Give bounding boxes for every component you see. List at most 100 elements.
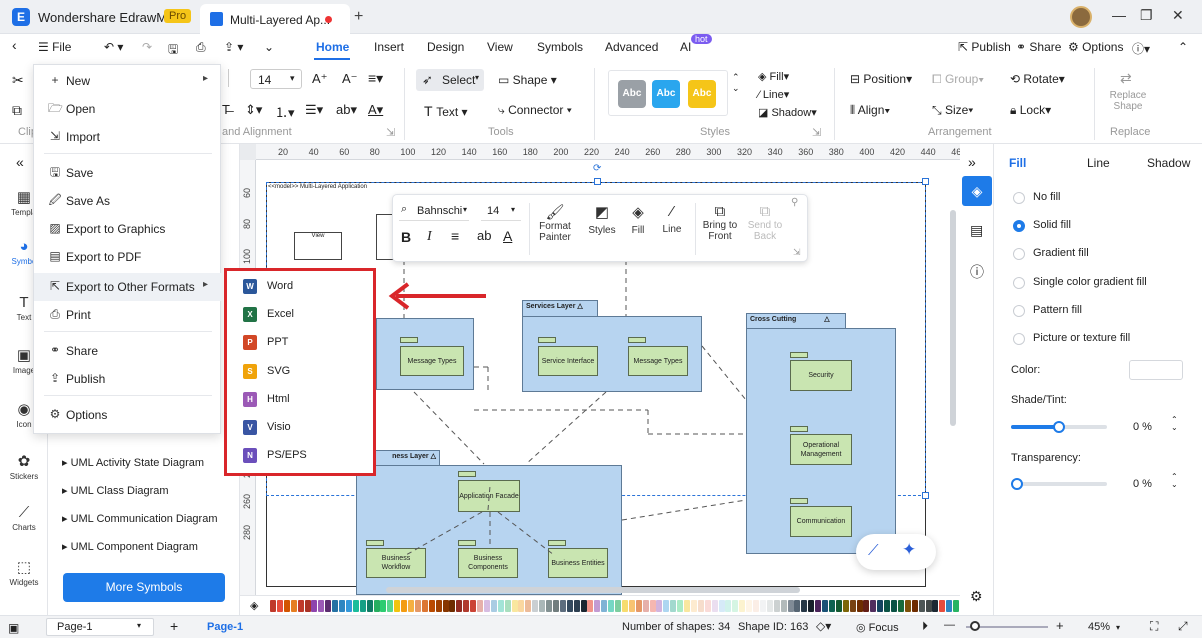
menu-item-share[interactable]: ⚭ Share: [34, 339, 222, 363]
fill-option-label[interactable]: No fill: [1033, 191, 1061, 203]
page-panel-icon[interactable]: ▤: [970, 222, 983, 239]
color-swatch[interactable]: [345, 600, 352, 612]
color-swatch[interactable]: [477, 600, 483, 612]
color-swatch[interactable]: [766, 600, 773, 612]
color-swatch[interactable]: [690, 600, 697, 612]
select-button[interactable]: ➶ Select ▾: [416, 69, 484, 91]
color-swatch[interactable]: [704, 600, 711, 612]
color-swatch[interactable]: [759, 600, 766, 612]
color-swatch[interactable]: [456, 600, 463, 612]
publish-button[interactable]: ⇱ Publish: [958, 40, 1011, 54]
strikethrough-icon[interactable]: T̶: [222, 102, 230, 117]
export-html-item[interactable]: H Html: [239, 389, 363, 411]
color-swatch[interactable]: [387, 600, 394, 612]
fill-option-radio[interactable]: [1013, 333, 1025, 345]
color-swatch[interactable]: [546, 600, 552, 612]
color-swatch[interactable]: [414, 600, 421, 612]
color-swatch[interactable]: [594, 600, 601, 612]
align-icon[interactable]: ≡: [451, 228, 459, 244]
group-button[interactable]: ⧠ Group▾: [932, 72, 984, 87]
color-swatch[interactable]: [283, 600, 290, 612]
color-swatch[interactable]: [697, 600, 704, 612]
transparency-stepper-icon[interactable]: ⌃ ⌄: [1171, 473, 1178, 489]
font-size-select[interactable]: 14 ▾: [250, 69, 302, 89]
color-swatch[interactable]: [877, 600, 884, 612]
menu-item-open[interactable]: 🗁︎ Open: [34, 97, 222, 121]
fill-option-label[interactable]: Picture or texture fill: [1033, 332, 1130, 344]
lock-button[interactable]: 🔒︎ Lock▾: [1010, 103, 1051, 118]
cut-icon[interactable]: ✂: [12, 72, 24, 89]
color-swatch[interactable]: [897, 600, 904, 612]
color-swatch[interactable]: [787, 600, 794, 612]
color-swatch[interactable]: [566, 600, 573, 612]
nav-widgets[interactable]: ⬚ Widgets: [0, 558, 48, 587]
fill-option-radio[interactable]: [1013, 220, 1025, 233]
collapse-left-icon[interactable]: «: [16, 154, 24, 170]
color-swatch[interactable]: [290, 600, 297, 612]
collapse-ribbon-icon[interactable]: ⌃: [1178, 40, 1188, 54]
export-ppt-item[interactable]: P PPT: [239, 332, 363, 354]
tab-symbols[interactable]: Symbols: [537, 40, 583, 54]
color-swatch[interactable]: [822, 600, 828, 612]
color-swatch[interactable]: [573, 600, 580, 612]
align-button[interactable]: ⫴ Align▾: [850, 103, 890, 118]
expand-alignment-icon[interactable]: ⇲: [386, 126, 395, 139]
color-swatch[interactable]: [559, 600, 566, 612]
color-swatch[interactable]: [773, 600, 780, 612]
color-swatch[interactable]: [421, 600, 428, 612]
shade-tint-value[interactable]: 0 %: [1133, 421, 1152, 433]
bold-icon[interactable]: B: [401, 229, 411, 245]
color-swatch[interactable]: [332, 600, 339, 612]
color-swatch[interactable]: [953, 600, 960, 612]
menu-item-save[interactable]: 🖫︎ Save: [34, 161, 222, 185]
color-swatch[interactable]: [891, 600, 897, 612]
menu-item-import[interactable]: ⇲ Import: [34, 125, 222, 149]
color-swatch[interactable]: [352, 600, 359, 612]
undo-icon[interactable]: ↶ ▾: [104, 40, 123, 54]
color-swatch[interactable]: [621, 600, 628, 612]
collapse-right-icon[interactable]: »: [968, 154, 976, 170]
library-item[interactable]: ▸ UML Class Diagram: [62, 484, 169, 497]
export-word-item[interactable]: W Word: [239, 276, 363, 298]
color-swatch[interactable]: [518, 600, 525, 612]
page-tab-active[interactable]: Page-1: [207, 621, 243, 633]
size-button[interactable]: ⤡ Size▾: [932, 103, 973, 118]
options-button[interactable]: ⚙ Options: [1068, 40, 1123, 54]
fill-option-radio[interactable]: [1013, 304, 1025, 317]
color-swatch[interactable]: [946, 600, 953, 612]
more-symbols-button[interactable]: More Symbols: [63, 573, 225, 602]
color-swatch[interactable]: [870, 600, 877, 612]
color-swatch[interactable]: [663, 600, 670, 612]
color-swatch[interactable]: [428, 600, 435, 612]
tab-view[interactable]: View: [487, 40, 513, 54]
color-swatch[interactable]: [849, 600, 856, 612]
color-swatch[interactable]: [552, 600, 559, 612]
library-item[interactable]: ▸ UML Communication Diagram: [62, 512, 218, 525]
color-swatch[interactable]: [635, 600, 642, 612]
document-tab[interactable]: Multi-Layered Ap...: [200, 4, 350, 34]
align-text-icon[interactable]: ≡▾: [368, 70, 383, 87]
menu-item-publish[interactable]: ⇪ Publish: [34, 367, 222, 391]
color-swatch[interactable]: [939, 600, 946, 612]
color-swatch[interactable]: [828, 600, 835, 612]
pin-icon[interactable]: ⚲: [791, 197, 798, 208]
fill-option-radio[interactable]: [1013, 192, 1025, 204]
color-swatch[interactable]: [718, 600, 725, 612]
color-swatch[interactable]: [835, 600, 842, 612]
menu-item-new[interactable]: + New ▸: [34, 69, 222, 93]
color-swatch[interactable]: [504, 600, 511, 612]
fill-option-label[interactable]: Solid fill: [1033, 219, 1071, 231]
bring-to-front-button[interactable]: ⧉ Bring to Front: [699, 203, 741, 242]
copy-icon[interactable]: ⧉: [12, 102, 22, 119]
color-swatch[interactable]: [394, 600, 401, 612]
font-family-select[interactable]: ⌕ Bahnschi ▾: [399, 201, 469, 221]
position-button[interactable]: ⊟ Position▾: [850, 72, 912, 86]
color-swatch[interactable]: [463, 600, 470, 612]
color-swatch[interactable]: [270, 600, 276, 612]
page-list-icon[interactable]: ▣: [8, 621, 19, 635]
avatar[interactable]: [1070, 6, 1092, 28]
color-swatch[interactable]: [884, 600, 891, 612]
color-swatch[interactable]: [746, 600, 753, 612]
color-swatch[interactable]: [318, 600, 325, 612]
transparency-value[interactable]: 0 %: [1133, 478, 1152, 490]
